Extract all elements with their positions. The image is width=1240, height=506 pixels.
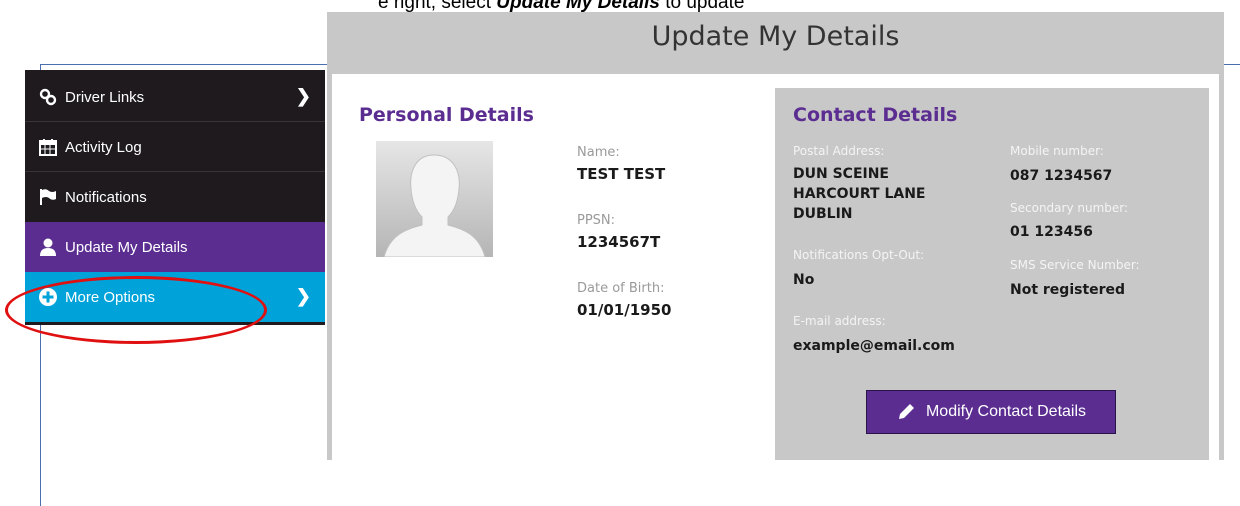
- annotation-circle: [5, 276, 267, 344]
- avatar: [376, 141, 493, 258]
- page-title: Update My Details: [651, 21, 900, 52]
- secondary-number-value: 01 123456: [1010, 224, 1093, 240]
- ppsn-label: PPSN:: [577, 213, 616, 228]
- dob-value: 01/01/1950: [577, 301, 672, 319]
- dob-label: Date of Birth:: [577, 281, 665, 296]
- chevron-right-icon: ❯: [295, 86, 311, 106]
- sidebar-item-driver-links[interactable]: Driver Links ❯: [25, 72, 325, 122]
- postal-address-line1: DUN SCEINE: [793, 166, 889, 182]
- sms-service-number-value: Not registered: [1010, 282, 1126, 298]
- sidebar-item-notifications[interactable]: Notifications: [25, 172, 325, 222]
- sidebar-item-activity-log[interactable]: Activity Log: [25, 122, 325, 172]
- content-frame-left: [327, 64, 332, 460]
- contact-details-panel: Contact Details Postal Address: DUN SCEI…: [775, 88, 1209, 460]
- notifications-optout-label: Notifications Opt-Out:: [793, 248, 925, 262]
- content-frame-right: [1219, 64, 1224, 460]
- name-value: TEST TEST: [577, 165, 666, 183]
- mobile-number-label: Mobile number:: [1010, 144, 1104, 158]
- email-value: example@email.com: [793, 338, 955, 354]
- flag-icon: [37, 186, 59, 208]
- chevron-right-icon: ❯: [295, 286, 311, 306]
- notifications-optout-value: No: [793, 272, 815, 288]
- page-header: Update My Details: [327, 12, 1224, 64]
- postal-address-line3: DUBLIN: [793, 206, 853, 222]
- secondary-number-label: Secondary number:: [1010, 201, 1129, 215]
- calendar-icon: [37, 136, 59, 158]
- postal-address-label: Postal Address:: [793, 144, 885, 158]
- content-frame-top: [327, 64, 1224, 74]
- link-icon: [37, 86, 59, 108]
- user-icon: [37, 236, 59, 258]
- personal-details-heading: Personal Details: [359, 104, 534, 126]
- sidebar-item-label: Driver Links: [65, 88, 145, 106]
- sms-service-number-label: SMS Service Number:: [1010, 258, 1140, 272]
- postal-address-line2: HARCOURT LANE: [793, 186, 926, 202]
- sidebar-item-label: Activity Log: [65, 138, 142, 156]
- email-label: E-mail address:: [793, 314, 886, 328]
- pencil-icon: [896, 402, 916, 422]
- button-label: Modify Contact Details: [925, 403, 1087, 420]
- ppsn-value: 1234567T: [577, 233, 661, 251]
- sidebar-item-label: Notifications: [65, 188, 147, 206]
- mobile-number-value: 087 1234567: [1010, 168, 1113, 184]
- name-label: Name:: [577, 145, 620, 160]
- sidebar-item-label: Update My Details: [65, 238, 188, 256]
- modify-contact-details-button[interactable]: Modify Contact Details: [866, 390, 1116, 434]
- contact-details-heading: Contact Details: [793, 104, 958, 126]
- sidebar-item-update-my-details[interactable]: Update My Details: [25, 222, 325, 272]
